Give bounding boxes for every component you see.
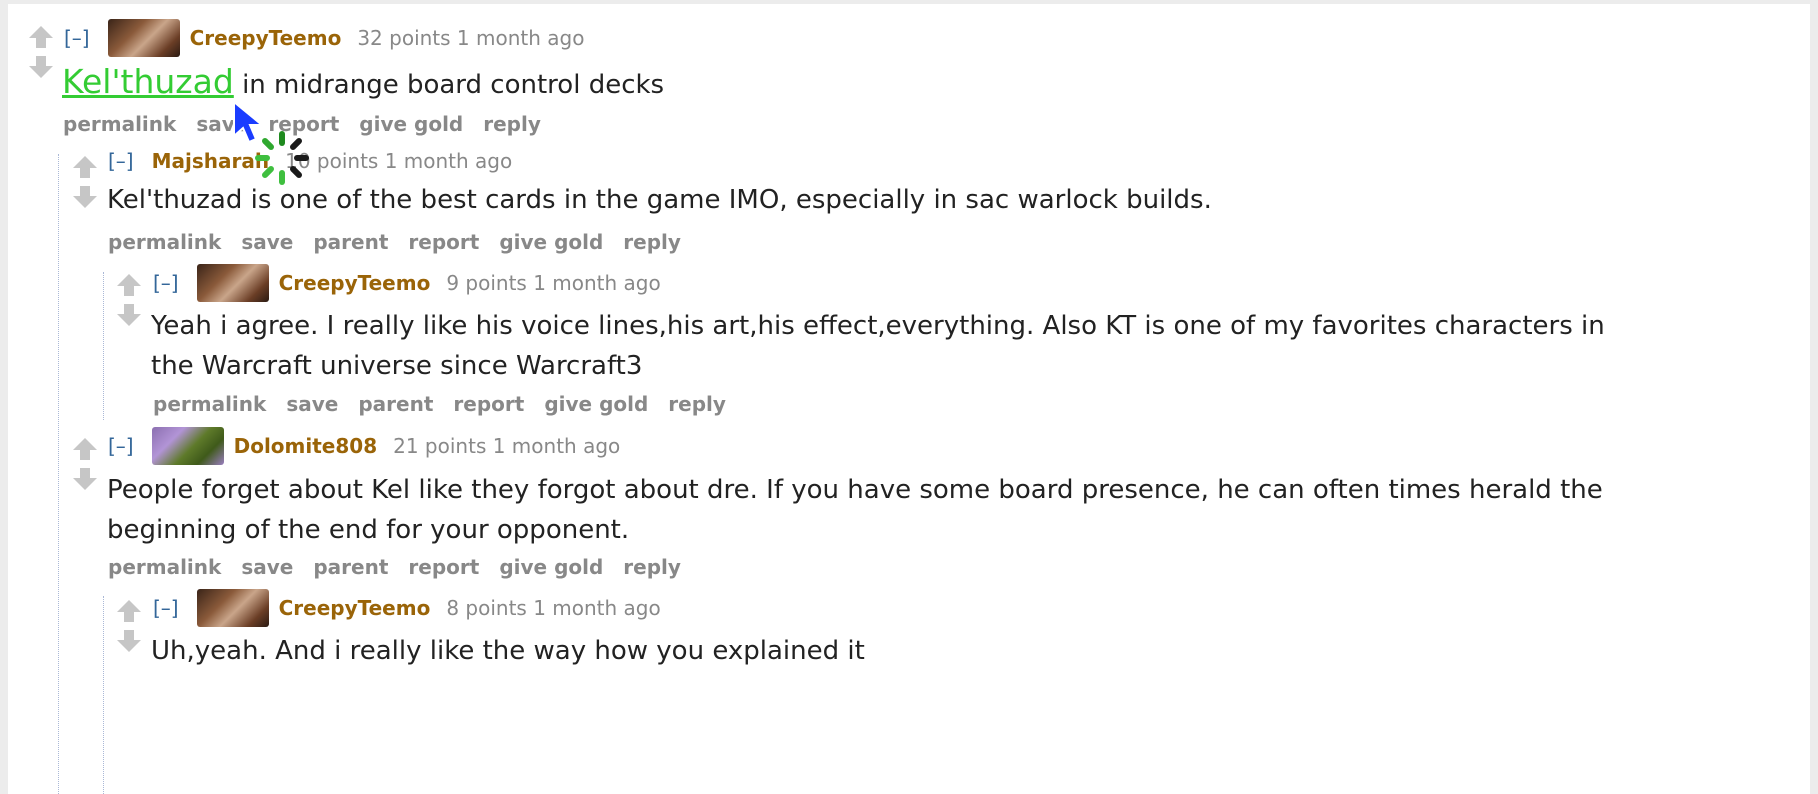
vote-controls xyxy=(68,154,104,214)
thread-line-level2[interactable] xyxy=(103,272,104,420)
timestamp: 1 month ago xyxy=(384,149,513,173)
comment-buttons: permalink save parent report give gold r… xyxy=(108,230,701,254)
timestamp: 1 month ago xyxy=(456,26,585,50)
score: 32 points xyxy=(357,26,451,50)
comment-body: Uh,yeah. And i really like the way how y… xyxy=(151,631,865,671)
comment-body: Kel'thuzad in midrange board control dec… xyxy=(62,62,664,105)
reply-button[interactable]: reply xyxy=(623,555,681,579)
timestamp: 1 month ago xyxy=(533,596,661,620)
author-link[interactable]: CreepyTeemo xyxy=(190,26,342,50)
upvote-arrow-icon[interactable] xyxy=(72,154,98,180)
author-link[interactable]: CreepyTeemo xyxy=(279,596,431,620)
comment-tagline: [–] CreepyTeemo 8 points 1 month ago xyxy=(153,589,661,627)
comment-text-line: People forget about Kel like they forgot… xyxy=(107,475,1603,505)
comment-buttons: permalink save parent report give gold r… xyxy=(108,555,701,579)
vote-controls xyxy=(68,436,104,496)
comment-text-line: the Warcraft universe since Warcraft3 xyxy=(151,351,643,381)
upvote-arrow-icon[interactable] xyxy=(72,436,98,462)
downvote-arrow-icon[interactable] xyxy=(116,302,142,328)
comment-text-line: Yeah i agree. I really like his voice li… xyxy=(151,311,1605,341)
permalink-button[interactable]: permalink xyxy=(63,112,176,136)
score: 21 points xyxy=(393,434,487,458)
reply-button[interactable]: reply xyxy=(623,230,681,254)
author-link[interactable]: Dolomite808 xyxy=(234,434,378,458)
comment-tagline: [–] Dolomite808 21 points 1 month ago xyxy=(108,427,620,465)
reply-button[interactable]: reply xyxy=(483,112,541,136)
upvote-arrow-icon[interactable] xyxy=(116,272,142,298)
score: 8 points xyxy=(446,596,527,620)
vote-controls xyxy=(112,272,148,332)
collapse-toggle[interactable]: [–] xyxy=(153,271,179,295)
thread-line-level2b[interactable] xyxy=(103,596,104,794)
upvote-arrow-icon[interactable] xyxy=(28,24,54,50)
avatar[interactable] xyxy=(151,427,224,465)
comment-buttons: permalink save parent report give gold r… xyxy=(153,392,746,416)
upvote-arrow-icon[interactable] xyxy=(116,598,142,624)
give-gold-button[interactable]: give gold xyxy=(359,112,463,136)
collapse-toggle[interactable]: [–] xyxy=(64,26,90,50)
collapse-toggle[interactable]: [–] xyxy=(153,596,179,620)
comment-text-line: beginning of the end for your opponent. xyxy=(107,515,630,545)
give-gold-button[interactable]: give gold xyxy=(544,392,648,416)
comment-body: People forget about Kel like they forgot… xyxy=(107,470,1603,550)
parent-button[interactable]: parent xyxy=(358,392,433,416)
report-button[interactable]: report xyxy=(408,555,479,579)
collapse-toggle[interactable]: [–] xyxy=(108,149,134,173)
report-button[interactable]: report xyxy=(453,392,524,416)
reply-button[interactable]: reply xyxy=(668,392,726,416)
card-link[interactable]: Kel'thuzad xyxy=(62,62,234,101)
vote-controls xyxy=(24,24,60,84)
save-button[interactable]: save xyxy=(286,392,338,416)
permalink-button[interactable]: permalink xyxy=(108,555,221,579)
avatar[interactable] xyxy=(196,589,269,627)
loading-spinner-icon xyxy=(252,128,312,192)
downvote-arrow-icon[interactable] xyxy=(72,184,98,210)
comment-body: Yeah i agree. I really like his voice li… xyxy=(151,306,1605,386)
avatar[interactable] xyxy=(196,264,269,302)
comment-text: in midrange board control decks xyxy=(233,70,665,100)
save-button[interactable]: save xyxy=(241,555,293,579)
downvote-arrow-icon[interactable] xyxy=(116,628,142,654)
comment-tagline: [–] CreepyTeemo 9 points 1 month ago xyxy=(153,264,661,302)
comment-text-line: Uh,yeah. And i really like the way how y… xyxy=(151,636,865,666)
parent-button[interactable]: parent xyxy=(313,230,388,254)
timestamp: 1 month ago xyxy=(492,434,621,458)
score: 9 points xyxy=(446,271,527,295)
give-gold-button[interactable]: give gold xyxy=(499,230,603,254)
vote-controls xyxy=(112,598,148,658)
report-button[interactable]: report xyxy=(408,230,479,254)
comment-tagline: [–] CreepyTeemo 32 points 1 month ago xyxy=(64,19,584,57)
thread-line-level1[interactable] xyxy=(58,154,59,794)
author-link[interactable]: CreepyTeemo xyxy=(279,271,431,295)
downvote-arrow-icon[interactable] xyxy=(72,466,98,492)
parent-button[interactable]: parent xyxy=(313,555,388,579)
save-button[interactable]: save xyxy=(241,230,293,254)
permalink-button[interactable]: permalink xyxy=(108,230,221,254)
timestamp: 1 month ago xyxy=(533,271,661,295)
give-gold-button[interactable]: give gold xyxy=(499,555,603,579)
collapse-toggle[interactable]: [–] xyxy=(108,434,134,458)
comment-thread: [–] CreepyTeemo 32 points 1 month ago Ke… xyxy=(8,4,1810,794)
avatar[interactable] xyxy=(107,19,180,57)
downvote-arrow-icon[interactable] xyxy=(28,54,54,80)
permalink-button[interactable]: permalink xyxy=(153,392,266,416)
